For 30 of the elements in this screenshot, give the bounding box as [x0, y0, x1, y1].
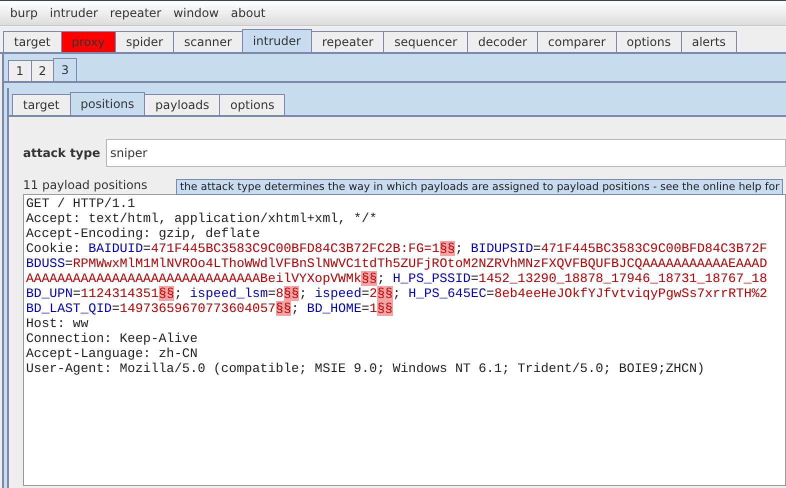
attack-type-dropdown[interactable]: sniper: [106, 139, 786, 167]
tab[interactable]: 2: [30, 60, 54, 81]
request-line: Host: ww: [26, 316, 90, 331]
request-line: Connection: Keep-Alive: [26, 331, 199, 346]
tab[interactable]: intruder: [242, 29, 312, 52]
tab[interactable]: alerts: [680, 31, 737, 52]
request-line: BDUSS=RPMWwxMlM1MlNVROo4LThoWWdlVFBnSlNWVC1tdTh5ZUFjROtoM2NZRVhMNzFXQVFBQUFBJCQAAAAAAAAAAAEAAAD: [26, 256, 768, 271]
payload-positions-count: 11 payload positions: [23, 178, 148, 192]
tooltip: the attack type determines the way in which payloads are assigned to payload positions - see the online help for: [176, 179, 784, 195]
tab[interactable]: options: [219, 94, 286, 115]
request-line: Accept-Encoding: gzip, deflate: [26, 226, 262, 241]
menu-item[interactable]: window: [167, 6, 225, 20]
menu-item[interactable]: about: [224, 6, 272, 20]
request-line: BD_UPN=1124314351§§; ispeed_lsm=8§§; ispeed=2§§; H_PS_645EC=8eb4eeHeJOkfYJfvtviqyPgwSs7xrrRTH%2: [26, 286, 768, 301]
menu-item[interactable]: intruder: [44, 6, 104, 20]
tab[interactable]: 1: [8, 60, 32, 81]
tab[interactable]: target: [3, 31, 62, 52]
tab[interactable]: 3: [53, 58, 77, 81]
request-line: Accept-Language: zh-CN: [26, 346, 199, 361]
request-line: BD_LAST_QID=14973659670773604057§§; BD_HOME=1§§: [26, 301, 394, 316]
tab[interactable]: target: [12, 94, 70, 115]
request-line: User-Agent: Mozilla/5.0 (compatible; MSIE 9.0; Windows NT 6.1; Trident/5.0; BOIE9;ZHCN): [26, 361, 706, 376]
menu-item[interactable]: burp: [4, 6, 44, 20]
menu-item[interactable]: repeater: [104, 6, 168, 20]
tab[interactable]: payloads: [144, 94, 220, 115]
attack-type-label: attack type: [23, 146, 100, 160]
request-line: GET / HTTP/1.1: [26, 196, 136, 211]
request-line: Cookie: BAIDUID=471F445BC3583C9C00BFD84C3B72FC2B:FG=1§§; BIDUPSID=471F445BC3583C9C00BFD84C3B72F: [26, 241, 768, 256]
request-line: Accept: text/html, application/xhtml+xml, */*: [26, 211, 378, 226]
request-line: AAAAAAAAAAAAAAAAAAAAAAAAAAAAAABeilVYXopVWMk§§; H_PS_PSSID=1452_13290_18878_17946_18731_18767_18: [26, 271, 768, 286]
